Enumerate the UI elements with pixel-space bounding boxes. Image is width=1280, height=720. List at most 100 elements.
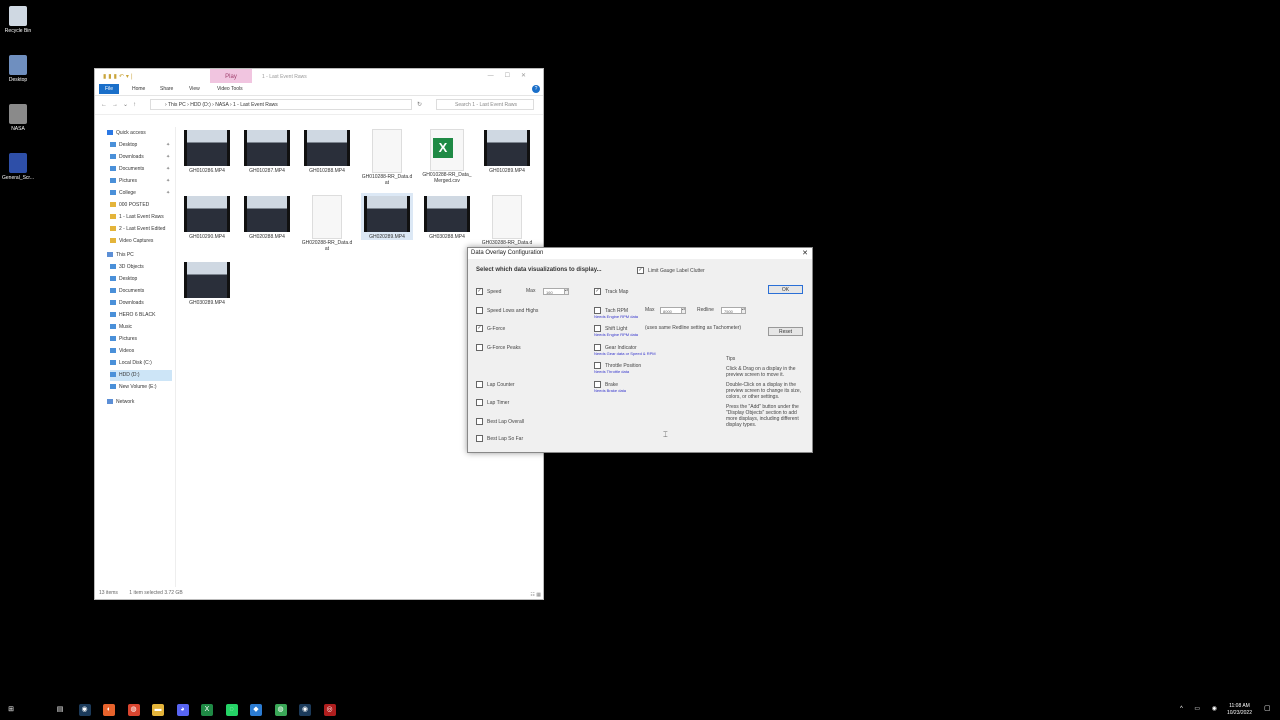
sidebar-item[interactable]: Documents (110, 286, 144, 297)
ribbon-tab-view[interactable]: View (189, 86, 200, 92)
sidebar-item[interactable]: 000 POSTED (110, 200, 149, 211)
limit-gauge-clutter-checkbox[interactable]: ✓ Limit Gauge Label Clutter (637, 267, 705, 275)
file-item[interactable]: GH020288.MP4 (241, 193, 293, 240)
quick-access-toolbar[interactable]: ▮▮▮↶▾| (103, 73, 135, 80)
checkbox-box[interactable] (594, 362, 601, 369)
sidebar-item[interactable]: Downloads (110, 298, 144, 309)
sidebar-item[interactable]: Music (110, 322, 132, 333)
breadcrumb-item[interactable]: This PC (168, 102, 186, 108)
speed-max-stepper[interactable]: ▴▾ (564, 288, 569, 295)
race-render-icon[interactable]: ◎ (323, 704, 336, 716)
ribbon-tab-file[interactable]: File (99, 84, 119, 94)
tray-icons[interactable]: ^ ▭ ◉ (1180, 705, 1222, 712)
sidebar-item[interactable]: Videos (110, 346, 134, 357)
sidebar-item[interactable]: Quick access (107, 128, 146, 139)
search-icon[interactable] (30, 704, 42, 716)
file-item[interactable]: X GH010288-RR_Data_Merged.csv (421, 127, 473, 184)
help-icon[interactable]: ? (532, 85, 540, 93)
checkbox-box[interactable] (476, 307, 483, 314)
checkbox-box[interactable] (594, 325, 601, 332)
option-checkbox[interactable]: Lap Timer (476, 399, 509, 407)
view-toggle-icons[interactable]: ☷ ▦ (530, 589, 541, 601)
speed-max-input[interactable]: 160 (543, 288, 565, 295)
vscode-icon[interactable]: ◆ (250, 704, 262, 716)
windows-start-icon[interactable]: ⊞ (5, 704, 17, 716)
sidebar-item[interactable]: Local Disk (C:) (110, 358, 152, 369)
option-checkbox[interactable]: ✓ Track Map (594, 288, 628, 296)
sidebar-item[interactable]: New Volume (E:) (110, 382, 157, 393)
checkbox-box[interactable] (594, 344, 601, 351)
file-item[interactable]: GH010287.MP4 (241, 127, 293, 174)
checkbox-box[interactable]: ✓ (476, 325, 483, 332)
sidebar-item[interactable]: HERO 6 BLACK (110, 310, 155, 321)
sidebar-item[interactable]: This PC (107, 250, 134, 261)
clock[interactable]: 11:08 AM 10/23/2022 (1227, 703, 1252, 717)
sidebar-item[interactable]: Desktop (110, 274, 137, 285)
ribbon-tab-video-tools[interactable]: Video Tools (217, 86, 243, 92)
firefox-icon[interactable]: ◐ (103, 704, 115, 716)
breadcrumb-item[interactable]: HDD (D:) (190, 102, 211, 108)
checkbox-box[interactable] (476, 435, 483, 442)
option-checkbox[interactable]: ✓ Speed (476, 288, 501, 296)
file-explorer-icon[interactable]: ▬ (152, 704, 164, 716)
play-context-tab[interactable]: Play (210, 69, 252, 83)
nav-buttons[interactable]: ←→⌄↑ (101, 101, 141, 108)
file-item[interactable]: GH020288-RR_Data.dat (301, 193, 353, 252)
whatsapp-icon[interactable]: ◌ (225, 704, 238, 716)
sidebar-item[interactable]: 2 - Last Event Edited (110, 224, 165, 235)
sidebar-item[interactable]: Downloads (110, 152, 144, 163)
sidebar-item[interactable]: College (110, 188, 136, 199)
checkbox-box[interactable] (476, 344, 483, 351)
ok-button[interactable]: OK (768, 285, 803, 294)
option-checkbox[interactable]: Lap Counter (476, 381, 515, 389)
option-checkbox[interactable]: Best Lap Overall (476, 418, 524, 426)
checkbox-box[interactable] (476, 418, 483, 425)
checkbox-box[interactable]: ✓ (594, 288, 601, 295)
sidebar-item[interactable]: Pictures (110, 334, 137, 345)
rpm-max-stepper[interactable]: ▴▾ (681, 307, 686, 314)
sidebar-item[interactable]: HDD (D:) (110, 370, 172, 381)
ribbon-tab-share[interactable]: Share (160, 86, 173, 92)
checkbox-box[interactable] (594, 307, 601, 314)
notification-icon[interactable]: ▢ (1264, 704, 1274, 716)
file-item[interactable]: GH030289.MP4 (181, 259, 233, 306)
checkbox-box[interactable] (594, 381, 601, 388)
checkbox-box[interactable] (476, 381, 483, 388)
rpm-max-input[interactable]: 8000 (660, 307, 682, 314)
sidebar-item[interactable]: Desktop (110, 140, 137, 151)
steam-icon[interactable]: ◉ (78, 704, 91, 716)
checkbox-box[interactable]: ✓ (476, 288, 483, 295)
desktop-icon[interactable]: NASA (2, 104, 34, 132)
chrome-icon[interactable]: ◍ (127, 704, 140, 716)
redline-stepper[interactable]: ▴▾ (741, 307, 746, 314)
file-item[interactable]: GH020289.MP4 (361, 193, 413, 240)
chrome-icon[interactable]: ◍ (274, 704, 287, 716)
desktop-icon[interactable]: General_Scr... (2, 153, 34, 181)
option-checkbox[interactable]: ✓ G-Force (476, 325, 505, 333)
sidebar-item[interactable]: Pictures (110, 176, 137, 187)
explorer-titlebar[interactable]: ▮▮▮↶▾| Play 1 - Last Event Raws —☐✕ (95, 69, 543, 83)
file-item[interactable]: GH010289.MP4 (481, 127, 533, 174)
ribbon-tab-home[interactable]: Home (132, 86, 145, 92)
sidebar-item[interactable]: Network (107, 397, 134, 408)
file-item[interactable]: GH010286.MP4 (181, 127, 233, 174)
option-checkbox[interactable]: Best Lap So Far (476, 435, 523, 443)
refresh-icon[interactable]: ↻ (417, 101, 422, 108)
file-item[interactable]: GH030288.MP4 (421, 193, 473, 240)
sidebar-item[interactable]: 1 - Last Event Raws (110, 212, 164, 223)
sidebar-item[interactable]: Video Captures (110, 236, 153, 247)
window-controls[interactable]: —☐✕ (488, 72, 537, 79)
task-view-icon[interactable]: ▤ (54, 704, 66, 716)
close-icon[interactable]: ✕ (802, 248, 808, 259)
excel-icon[interactable]: X (201, 704, 213, 716)
option-checkbox[interactable]: Speed Lows and Highs (476, 307, 538, 315)
discord-icon[interactable]: ◕ (176, 704, 189, 716)
checkbox-box[interactable] (476, 399, 483, 406)
file-item[interactable]: GH010288-RR_Data.dat (361, 127, 413, 186)
steam-icon[interactable]: ◉ (299, 704, 311, 716)
sidebar-item[interactable]: 3D Objects (110, 262, 144, 273)
desktop-icon[interactable]: Recycle Bin (2, 6, 34, 34)
desktop-icon[interactable]: Desktop (2, 55, 34, 83)
sidebar-item[interactable]: Documents (110, 164, 144, 175)
option-checkbox[interactable]: G-Force Peaks (476, 344, 521, 352)
